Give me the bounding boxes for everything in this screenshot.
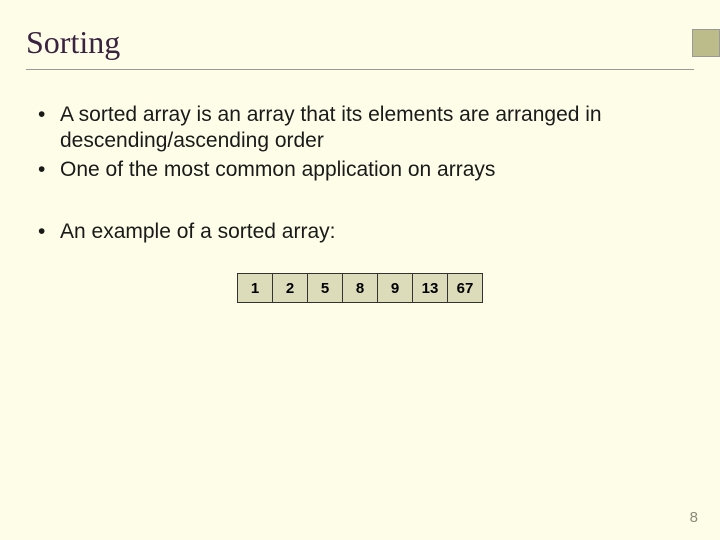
array-cell: 13 bbox=[412, 273, 448, 303]
slide-title: Sorting bbox=[0, 0, 720, 61]
array-cell: 5 bbox=[307, 273, 343, 303]
bullet-list-a: A sorted array is an array that its elem… bbox=[38, 102, 682, 183]
array-cell: 9 bbox=[377, 273, 413, 303]
slide-content: A sorted array is an array that its elem… bbox=[0, 70, 720, 303]
corner-accent-box bbox=[692, 29, 720, 57]
bullet-item: One of the most common application on ar… bbox=[38, 157, 682, 183]
bullet-item: An example of a sorted array: bbox=[38, 219, 682, 245]
array-cell: 2 bbox=[272, 273, 308, 303]
array-cell: 67 bbox=[447, 273, 483, 303]
array-cell: 8 bbox=[342, 273, 378, 303]
sorted-array-example: 1 2 5 8 9 13 67 bbox=[38, 273, 682, 303]
bullet-item: A sorted array is an array that its elem… bbox=[38, 102, 682, 155]
page-number: 8 bbox=[690, 509, 698, 526]
array-cell: 1 bbox=[237, 273, 273, 303]
bullet-list-b: An example of a sorted array: bbox=[38, 219, 682, 245]
